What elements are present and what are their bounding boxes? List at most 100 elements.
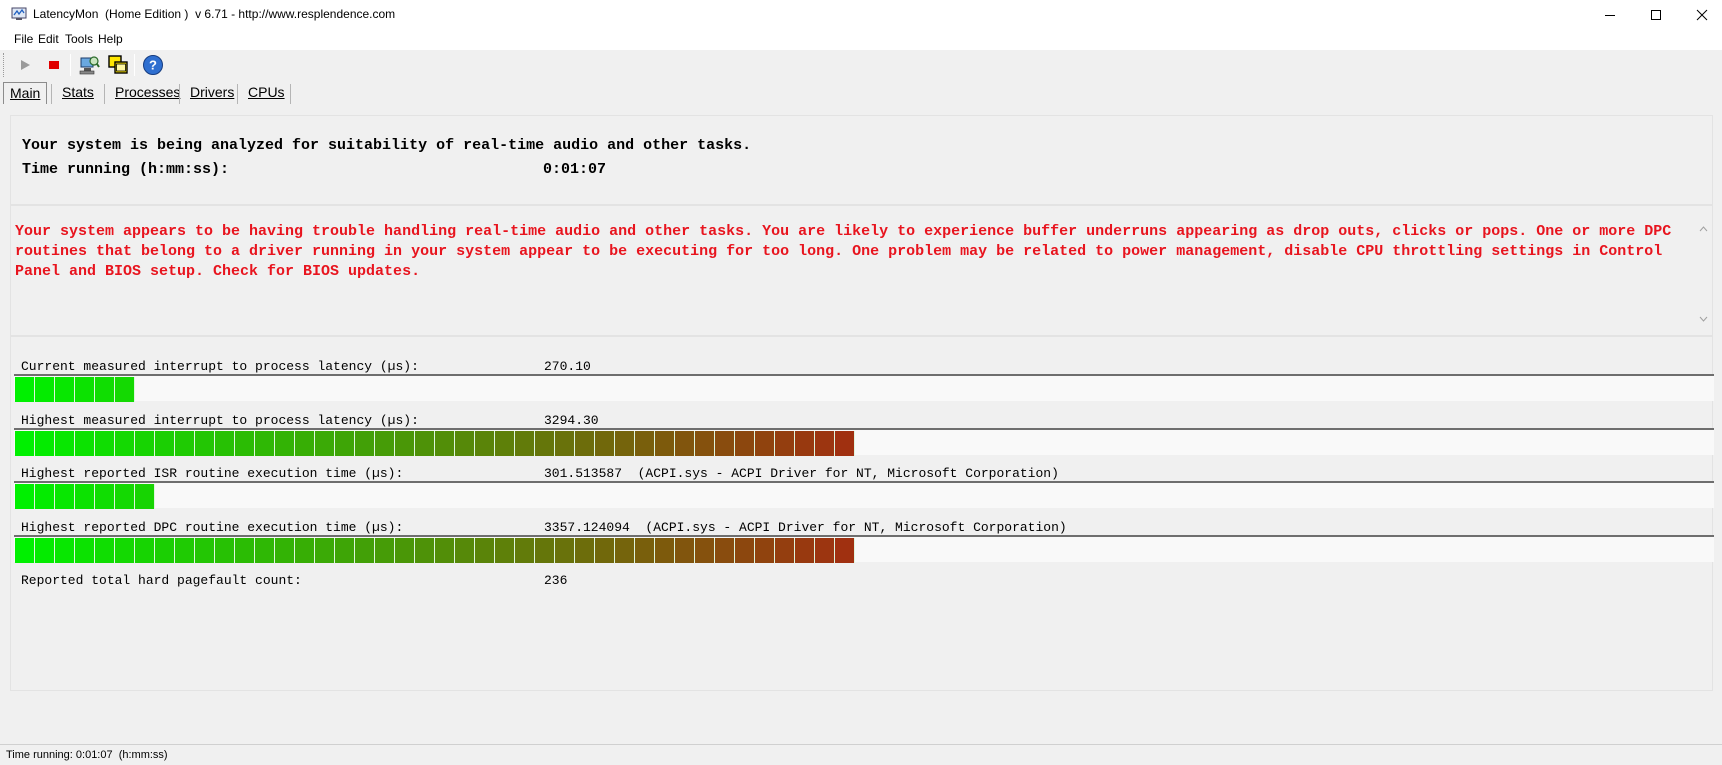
windows-button[interactable] (106, 53, 130, 77)
level-segment (35, 484, 55, 509)
tab-separator (51, 84, 52, 104)
level-segment (455, 431, 475, 456)
level-segment (115, 484, 135, 509)
current-latency-value: 270.10 (544, 359, 591, 374)
level-bar-fill (15, 484, 155, 509)
close-button[interactable] (1679, 0, 1722, 30)
stop-button[interactable] (42, 53, 66, 77)
level-segment (155, 538, 175, 563)
level-segment (55, 431, 75, 456)
minimize-button[interactable] (1587, 0, 1633, 30)
maximize-button[interactable] (1633, 0, 1679, 30)
verdict-scrollbar[interactable] (1695, 220, 1712, 328)
tab-drivers[interactable]: Drivers (184, 82, 240, 104)
level-segment (315, 538, 335, 563)
level-segment (55, 377, 75, 402)
level-segment (515, 538, 535, 563)
level-segment (255, 538, 275, 563)
level-segment (135, 538, 155, 563)
level-segment (55, 538, 75, 563)
time-running-value: 0:01:07 (543, 161, 607, 178)
tab-separator (290, 84, 291, 104)
computer-analyze-icon (79, 56, 100, 75)
level-segment (115, 431, 135, 456)
tab-processes[interactable]: Processes (109, 82, 186, 104)
toolbar-grip[interactable] (3, 53, 7, 77)
level-segment (395, 431, 415, 456)
close-icon (1696, 9, 1708, 21)
level-segment (755, 538, 775, 563)
analyze-button[interactable] (77, 53, 101, 77)
tab-cpus[interactable]: CPUs (242, 82, 291, 104)
level-segment (175, 538, 195, 563)
level-segment (775, 431, 795, 456)
level-segment (815, 431, 835, 456)
toolbar-separator (70, 54, 71, 76)
level-segment (435, 431, 455, 456)
menu-edit[interactable]: Edit (38, 32, 59, 46)
scroll-down-icon (1699, 316, 1708, 322)
level-segment (675, 538, 695, 563)
current-latency-label: Current measured interrupt to process la… (21, 359, 419, 374)
level-segment (555, 538, 575, 563)
menu-tools[interactable]: Tools (65, 32, 93, 46)
level-segment (555, 431, 575, 456)
level-segment (215, 431, 235, 456)
menu-help[interactable]: Help (98, 32, 123, 46)
level-segment (95, 431, 115, 456)
level-segment (235, 538, 255, 563)
help-button[interactable]: ? (141, 53, 165, 77)
level-segment (495, 538, 515, 563)
level-segment (795, 431, 815, 456)
level-segment (335, 538, 355, 563)
menu-file[interactable]: File (14, 32, 33, 46)
measurements-panel: Current measured interrupt to process la… (10, 336, 1714, 691)
isr-time-bar (14, 481, 1714, 509)
level-segment (395, 538, 415, 563)
verdict-panel: Your system appears to be having trouble… (10, 205, 1713, 336)
status-bar: Time running: 0:01:07 (h:mm:ss) (0, 744, 1722, 765)
tab-stats[interactable]: Stats (56, 82, 100, 104)
level-segment (75, 538, 95, 563)
level-segment (495, 431, 515, 456)
level-segment (235, 431, 255, 456)
window-title: LatencyMon (Home Edition ) v 6.71 - http… (33, 7, 396, 21)
level-segment (715, 538, 735, 563)
level-segment (335, 431, 355, 456)
level-segment (375, 431, 395, 456)
level-segment (155, 431, 175, 456)
highest-latency-value: 3294.30 (544, 413, 599, 428)
level-bar-fill (15, 377, 135, 402)
level-segment (535, 538, 555, 563)
level-segment (655, 431, 675, 456)
level-segment (595, 538, 615, 563)
analysis-status-panel: Your system is being analyzed for suitab… (10, 115, 1713, 205)
level-segment (35, 431, 55, 456)
client-area: ? Main Stats Processes Drivers CPUs Your… (0, 50, 1722, 765)
level-segment (595, 431, 615, 456)
level-segment (615, 431, 635, 456)
level-segment (735, 431, 755, 456)
level-segment (715, 431, 735, 456)
level-segment (575, 431, 595, 456)
status-bar-text: Time running: 0:01:07 (h:mm:ss) (6, 749, 168, 761)
time-running-label: Time running (h:mm:ss): (22, 161, 230, 178)
level-segment (695, 431, 715, 456)
menu-bar: File Edit Tools Help (0, 30, 1722, 50)
start-button[interactable] (13, 53, 37, 77)
stop-icon (49, 61, 59, 69)
level-segment (215, 538, 235, 563)
level-segment (815, 538, 835, 563)
level-segment (15, 538, 35, 563)
level-segment (775, 538, 795, 563)
level-segment (415, 538, 435, 563)
level-segment (455, 538, 475, 563)
level-segment (535, 431, 555, 456)
tab-main[interactable]: Main (3, 82, 48, 104)
play-icon (21, 60, 30, 70)
toolbar: ? (0, 50, 1722, 80)
level-segment (195, 538, 215, 563)
tab-separator (104, 84, 105, 104)
dpc-time-value: 3357.124094 (ACPI.sys - ACPI Driver for … (544, 520, 1067, 535)
level-segment (15, 377, 35, 402)
